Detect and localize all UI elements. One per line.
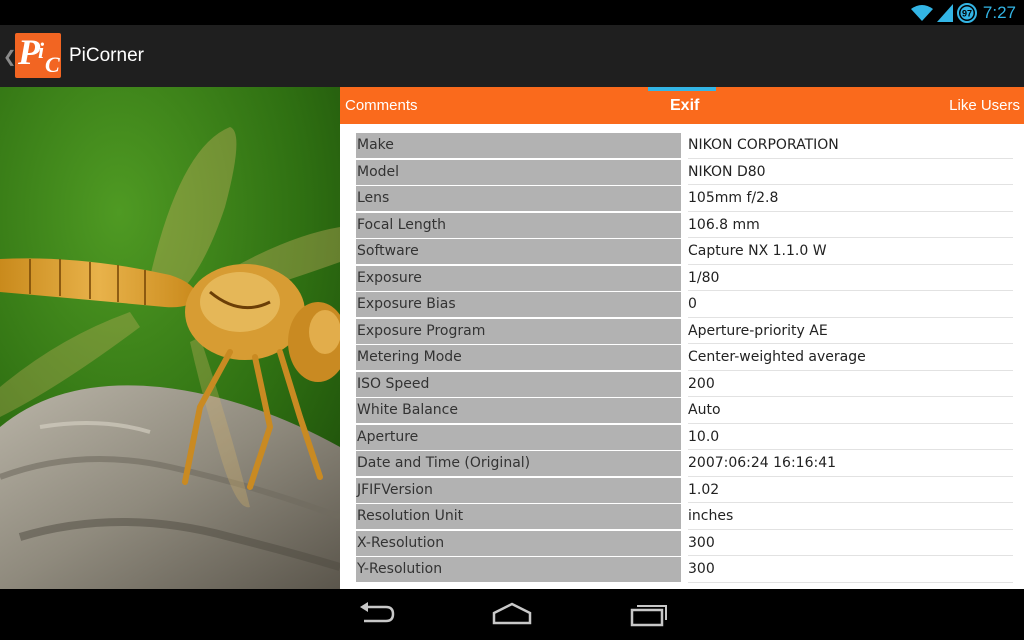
- exif-key: Focal Length: [356, 212, 681, 238]
- details-panel: Comments Exif Like Users Make NIKON CORPO…: [340, 87, 1024, 589]
- exif-value: 106.8 mm: [688, 213, 1013, 238]
- exif-value: Auto: [688, 398, 1013, 424]
- exif-table: Make NIKON CORPORATION Model NIKON D80 Lens 1…: [356, 133, 1013, 584]
- signal-icon: [936, 4, 953, 22]
- action-bar: ❮ P i C PiCorner: [0, 25, 1024, 87]
- exif-key: Exposure Program: [356, 318, 681, 344]
- exif-key: Aperture: [356, 424, 681, 450]
- exif-key: Date and Time (Original): [356, 451, 681, 476]
- tab-exif[interactable]: Exif: [670, 97, 699, 115]
- exif-row: Exposure 1/80: [356, 265, 1013, 293]
- status-time: 7:27: [982, 3, 1016, 22]
- exif-value: 1.02: [688, 478, 1013, 503]
- exif-row: Exposure Bias 0: [356, 292, 1013, 319]
- exif-value: 300: [688, 531, 1013, 556]
- exif-value: 105mm f/2.8: [688, 186, 1013, 212]
- exif-value: 2007:06:24 16:16:41: [688, 451, 1013, 477]
- exif-row: Exposure Program Aperture-priority AE: [356, 318, 1013, 346]
- exif-key: Y-Resolution: [356, 557, 681, 582]
- exif-row: X-Resolution 300: [356, 530, 1013, 558]
- exif-row: Make NIKON CORPORATION: [356, 133, 1013, 160]
- exif-row: JFIFVersion 1.02: [356, 477, 1013, 505]
- home-icon[interactable]: [492, 601, 532, 627]
- exif-row: Lens 105mm f/2.8: [356, 186, 1013, 213]
- app-logo[interactable]: P i C: [15, 33, 61, 78]
- status-icons: 97 7:27: [910, 3, 1016, 23]
- battery-icon: 97: [956, 3, 977, 23]
- tab-like-users[interactable]: Like Users: [949, 97, 1020, 114]
- exif-value: 300: [688, 557, 1013, 583]
- exif-key: X-Resolution: [356, 530, 681, 556]
- exif-row: Resolution Unit inches: [356, 504, 1013, 531]
- app-title: PiCorner: [69, 45, 144, 66]
- exif-value: Center-weighted average: [688, 345, 1013, 371]
- exif-key: Make: [356, 133, 681, 158]
- exif-key: Exposure Bias: [356, 292, 681, 317]
- exif-row: Date and Time (Original) 2007:06:24 16:16…: [356, 451, 1013, 478]
- logo-letter-i: i: [38, 38, 45, 63]
- tab-bar: Comments Exif Like Users: [340, 87, 1024, 124]
- exif-row: Y-Resolution 300: [356, 557, 1013, 584]
- exif-key: Lens: [356, 186, 681, 211]
- exif-key: Exposure: [356, 265, 681, 291]
- logo-letter-p: P: [18, 33, 40, 72]
- exif-row: Metering Mode Center-weighted average: [356, 345, 1013, 372]
- battery-level: 97: [962, 9, 972, 19]
- exif-key: White Balance: [356, 398, 681, 423]
- exif-key: JFIFVersion: [356, 477, 681, 503]
- exif-value: Aperture-priority AE: [688, 319, 1013, 344]
- exif-key: Model: [356, 159, 681, 185]
- exif-row: Focal Length 106.8 mm: [356, 212, 1013, 240]
- tab-comments[interactable]: Comments: [345, 97, 418, 114]
- exif-key: Metering Mode: [356, 345, 681, 370]
- exif-value: inches: [688, 504, 1013, 530]
- recent-apps-icon[interactable]: [630, 601, 670, 627]
- exif-row: Aperture 10.0: [356, 424, 1013, 452]
- exif-value: 1/80: [688, 266, 1013, 291]
- exif-value: 0: [688, 292, 1013, 318]
- exif-value: 10.0: [688, 425, 1013, 450]
- exif-row: Model NIKON D80: [356, 159, 1013, 187]
- exif-value: Capture NX 1.1.0 W: [688, 239, 1013, 265]
- exif-row: ISO Speed 200: [356, 371, 1013, 399]
- exif-row: White Balance Auto: [356, 398, 1013, 425]
- exif-value: NIKON D80: [688, 160, 1013, 185]
- exif-key: ISO Speed: [356, 371, 681, 397]
- navigation-bar: [0, 589, 1024, 640]
- exif-value: 200: [688, 372, 1013, 397]
- wifi-icon: [910, 5, 933, 21]
- exif-value: NIKON CORPORATION: [688, 133, 1013, 159]
- tab-indicator: [648, 87, 716, 91]
- exif-key: Resolution Unit: [356, 504, 681, 529]
- status-bar: 97 7:27: [0, 0, 1024, 25]
- back-icon[interactable]: [356, 601, 396, 627]
- logo-letter-c: C: [45, 52, 60, 77]
- exif-key: Software: [356, 239, 681, 264]
- photo-image[interactable]: [0, 87, 340, 589]
- exif-row: Software Capture NX 1.1.0 W: [356, 239, 1013, 266]
